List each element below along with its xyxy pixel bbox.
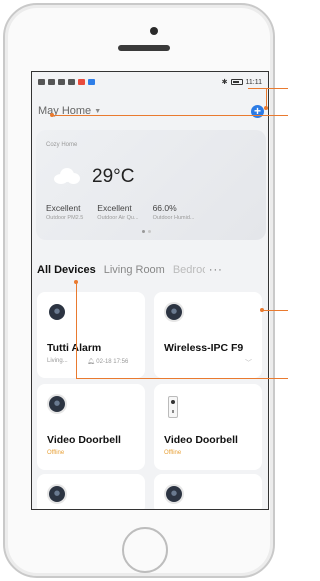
device-card[interactable] — [154, 474, 262, 509]
camera-icon — [166, 486, 182, 502]
camera-icon — [166, 304, 182, 320]
app-notification-icon — [78, 79, 85, 85]
device-name: Video Doorbell — [47, 434, 121, 446]
temperature: 29°C — [92, 166, 135, 187]
device-card[interactable]: Video Doorbell Offline — [37, 384, 145, 470]
app-screen: ✱ 11:11 May Home ▼ + Cozy Home 29°C Exce… — [31, 71, 269, 510]
callout-dot — [260, 308, 264, 312]
home-button[interactable] — [122, 527, 168, 573]
bell-small-icon: 🔔︎ — [87, 359, 97, 365]
chevron-down-icon[interactable]: ﹀ — [245, 358, 252, 368]
stat-label: Outdoor Air Qu... — [97, 215, 139, 221]
device-name: Video Doorbell — [164, 434, 238, 446]
front-camera — [150, 27, 158, 35]
battery-icon — [230, 79, 243, 85]
device-name: Tutti Alarm — [47, 342, 102, 354]
notification-icon — [68, 79, 75, 85]
device-name: Wireless-IPC F9 — [164, 342, 244, 354]
earpiece-speaker — [118, 45, 170, 51]
callout-line — [76, 282, 77, 379]
tab-all-devices[interactable]: All Devices — [37, 264, 96, 276]
status-icons-right: ✱ 11:11 — [221, 78, 262, 87]
stat-value: Excellent — [97, 203, 132, 213]
status-icons-left — [38, 79, 95, 85]
device-card[interactable]: Wireless-IPC F9 ﹀ — [154, 292, 262, 378]
room-tabs: All Devices Living Room Bedroo ··· — [37, 262, 267, 278]
callout-line — [266, 88, 267, 108]
stat-value: 66.0% — [152, 203, 177, 213]
callout-line — [262, 310, 288, 311]
doorbell-icon — [168, 396, 178, 418]
device-card[interactable]: Tutti Alarm Living... 🔔︎ 02-18 17:56 — [37, 292, 145, 378]
tab-living-room[interactable]: Living Room — [104, 264, 165, 276]
more-tabs-button[interactable]: ··· — [209, 264, 223, 276]
callout-dot — [50, 113, 54, 117]
weather-card[interactable]: Cozy Home 29°C Excellent Outdoor PM2.5 E… — [36, 130, 266, 240]
device-event-time: 02-18 17:56 — [96, 359, 129, 365]
device-room: Living... — [47, 358, 68, 364]
callout-line — [248, 88, 288, 89]
stat-value: Excellent — [46, 203, 81, 213]
weather-stats: Excellent Outdoor PM2.5 Excellent Outdoo… — [46, 203, 194, 221]
carousel-dots — [142, 230, 151, 233]
wifi-icon — [58, 79, 65, 85]
callout-line — [76, 378, 288, 379]
camera-icon — [49, 304, 65, 320]
carousel-dot — [142, 230, 145, 233]
callout-line — [52, 115, 288, 116]
bluetooth-icon: ✱ — [221, 79, 228, 86]
device-status: Offline — [164, 450, 182, 456]
carousel-dot — [148, 230, 151, 233]
device-last-event: 🔔︎ 02-18 17:56 — [87, 358, 128, 365]
stat-humidity: 66.0% Outdoor Humid... — [153, 203, 195, 221]
cloud-icon — [54, 168, 80, 184]
stat-air-quality: Excellent Outdoor Air Qu... — [97, 203, 138, 221]
callout-dot — [264, 106, 268, 110]
signal-icon — [48, 79, 55, 85]
weather-card-label: Cozy Home — [46, 142, 78, 148]
stat-pm25: Excellent Outdoor PM2.5 — [46, 203, 83, 221]
device-card[interactable] — [37, 474, 145, 509]
tab-bedroom[interactable]: Bedroo — [173, 264, 205, 276]
message-icon — [38, 79, 45, 85]
camera-icon — [49, 396, 65, 412]
stat-label: Outdoor Humid... — [152, 215, 195, 221]
app-badge-icon — [88, 79, 95, 85]
caret-down-icon: ▼ — [94, 107, 102, 115]
camera-icon — [49, 486, 65, 502]
device-card[interactable]: Video Doorbell Offline — [154, 384, 262, 470]
device-status: Offline — [47, 450, 65, 456]
home-header: May Home ▼ + — [38, 102, 264, 120]
callout-dot — [74, 280, 78, 284]
status-bar: ✱ 11:11 — [32, 72, 268, 92]
stat-label: Outdoor PM2.5 — [46, 215, 84, 221]
status-time: 11:11 — [245, 78, 262, 86]
